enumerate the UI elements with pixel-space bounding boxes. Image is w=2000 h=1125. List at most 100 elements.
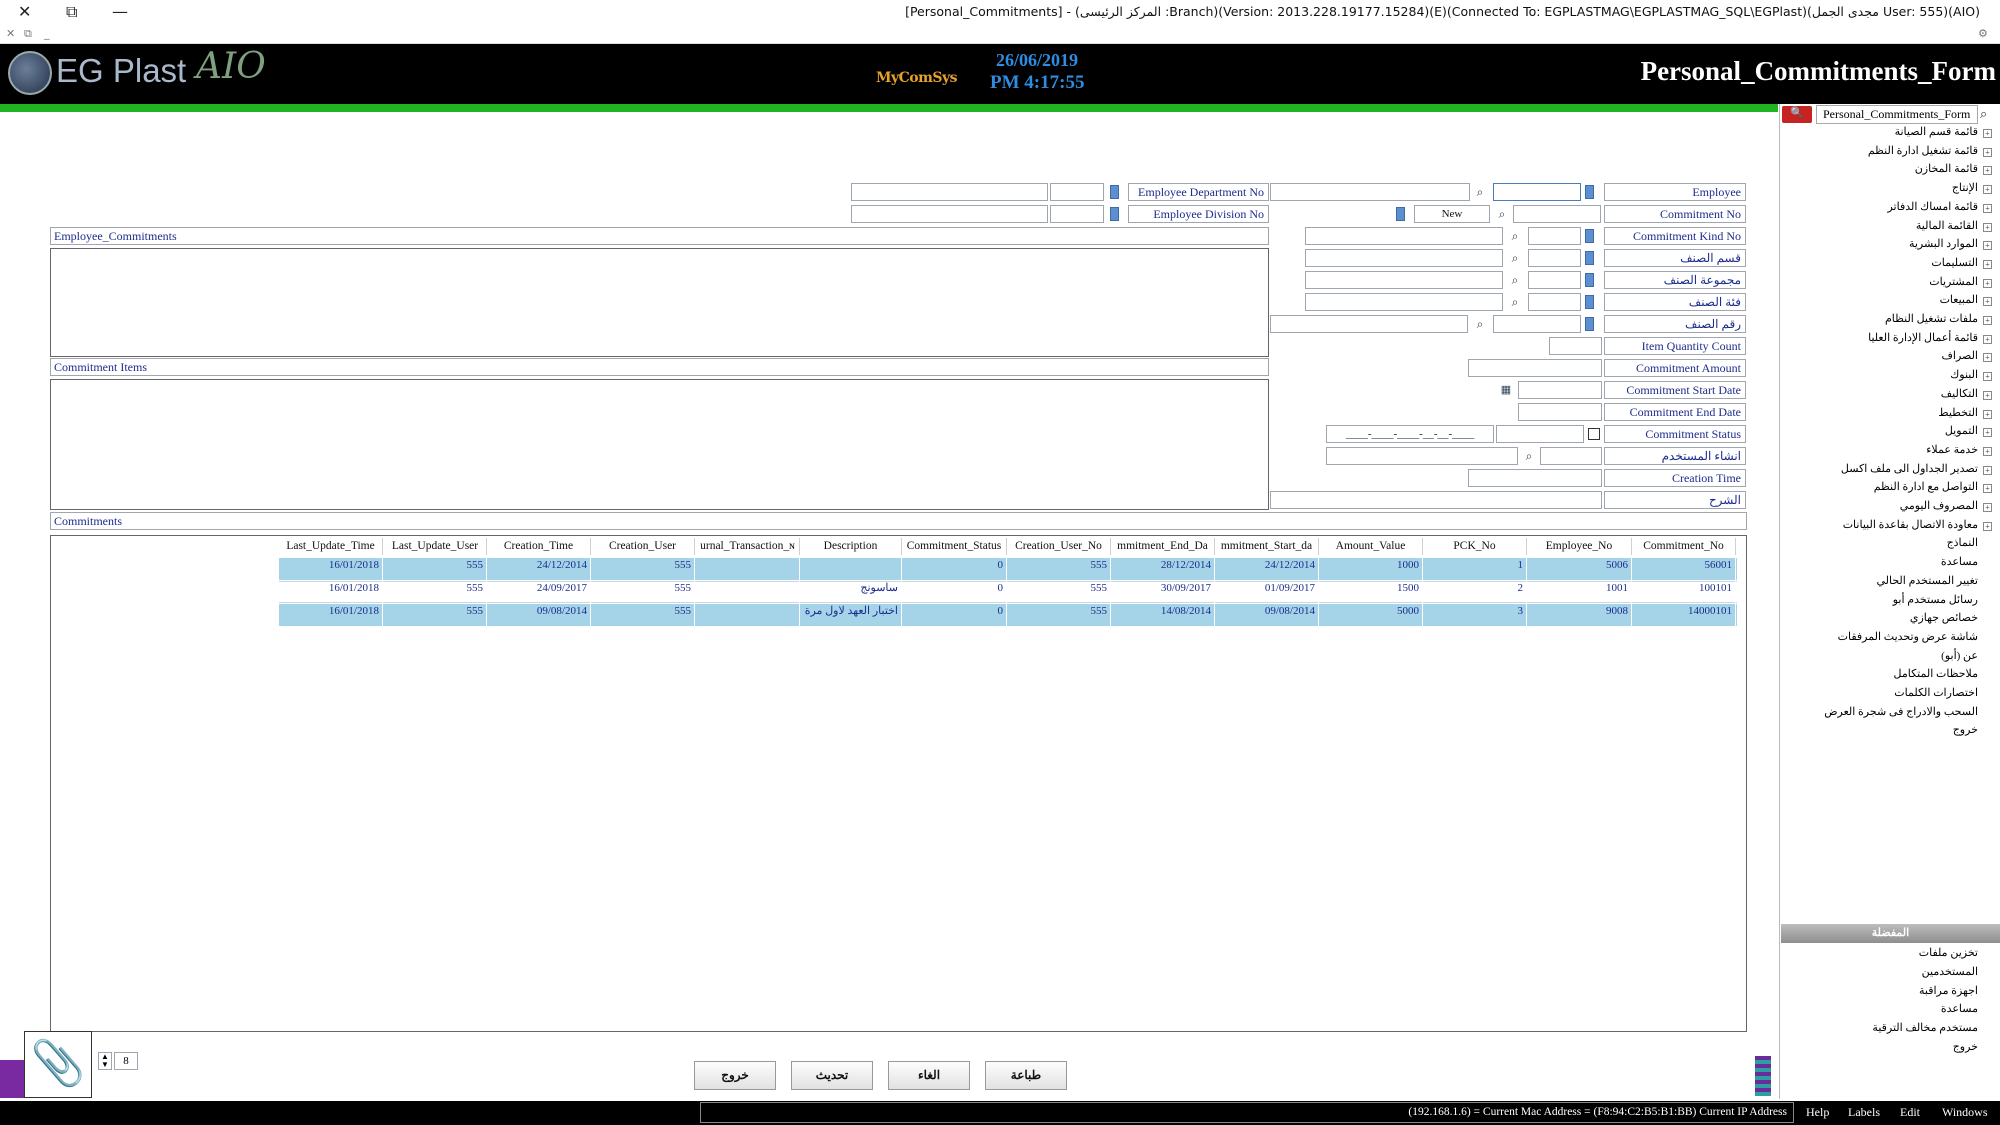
item-no-field[interactable] [1493, 315, 1581, 333]
tree-item[interactable]: قائمة تشغيل ادارة النظم [1868, 144, 1978, 157]
expand-icon[interactable]: + [1983, 147, 1992, 157]
expand-icon[interactable]: + [1983, 278, 1992, 288]
print-button[interactable]: طباعة [985, 1061, 1067, 1090]
favorite-item[interactable]: مساعدة [1941, 1002, 1978, 1015]
column-header[interactable]: Last_Update_Time [279, 538, 383, 555]
creation-time-field[interactable] [1468, 469, 1602, 487]
item-group-lookup-icon[interactable] [1585, 273, 1594, 287]
commitment-items-grid[interactable] [50, 379, 1269, 510]
expand-icon[interactable]: + [1983, 353, 1992, 363]
division-no-field[interactable] [1050, 205, 1104, 223]
item-no-search-icon[interactable]: ⌕ [1471, 315, 1489, 333]
tree-item[interactable]: قائمة المخازن [1915, 162, 1978, 175]
expand-icon[interactable]: + [1983, 203, 1992, 213]
expand-icon[interactable]: + [1983, 446, 1992, 456]
employee-field[interactable] [1493, 183, 1581, 201]
item-group-name-field[interactable] [1305, 271, 1503, 289]
restore-icon[interactable]: ⧉ [66, 2, 77, 22]
close-icon[interactable]: ✕ [18, 2, 31, 21]
column-header[interactable]: Creation_User_No [1007, 538, 1111, 555]
tree-item[interactable]: البنوك [1950, 368, 1978, 381]
column-header[interactable]: Creation_Time [487, 538, 591, 555]
cancel-button[interactable]: الغاء [888, 1061, 970, 1090]
expand-icon[interactable]: + [1983, 521, 1992, 531]
column-header[interactable]: PCK_No [1423, 538, 1527, 555]
item-dept-search-icon[interactable]: ⌕ [1506, 249, 1524, 267]
item-class-field[interactable] [1528, 293, 1581, 311]
commitment-no-field[interactable] [1513, 205, 1601, 223]
pager-spinner-icon[interactable]: ▲ ▼ [98, 1052, 112, 1070]
item-no-lookup-icon[interactable] [1585, 317, 1594, 331]
status-date-mask[interactable]: ____-____-____-__-__-____ [1326, 425, 1494, 443]
tree-item[interactable]: التكاليف [1941, 387, 1978, 400]
tree-item[interactable]: معاودة الاتصال بقاعدة البيانات [1843, 518, 1978, 531]
expand-icon[interactable]: + [1983, 503, 1992, 512]
tree-item[interactable]: المشتريات [1929, 275, 1978, 288]
employee-lookup-icon[interactable] [1585, 185, 1594, 199]
item-dept-lookup-icon[interactable] [1585, 251, 1594, 265]
menu-search-input[interactable]: Personal_Commitments_Form [1816, 105, 1978, 124]
expand-icon[interactable]: + [1983, 484, 1992, 494]
employee-search-icon[interactable]: ⌕ [1471, 183, 1489, 201]
menu-help[interactable]: Help [1806, 1105, 1829, 1120]
item-class-name-field[interactable] [1305, 293, 1503, 311]
tree-item[interactable]: قائمة أعمال الإدارة العليا [1868, 331, 1978, 344]
side-tab[interactable] [0, 1060, 24, 1098]
department-name-field[interactable] [851, 183, 1048, 201]
tree-item[interactable]: خدمة عملاء [1926, 443, 1978, 456]
created-by-search-icon[interactable]: ⌕ [1520, 447, 1538, 465]
column-header[interactable]: Description [800, 538, 902, 555]
search-button[interactable]: 🔍 [1782, 106, 1812, 123]
employee-commitments-grid[interactable] [50, 248, 1269, 357]
tree-item[interactable]: القائمة المالية [1916, 219, 1978, 232]
column-header[interactable]: Last_Update_User [384, 538, 487, 555]
expand-icon[interactable]: + [1983, 259, 1992, 269]
created-by-field[interactable] [1540, 447, 1602, 465]
commitment-kind-field[interactable] [1528, 227, 1581, 245]
column-header[interactable]: mmitment_Start_da [1215, 538, 1319, 555]
tree-item[interactable]: المبيعات [1940, 293, 1978, 306]
division-lookup-icon[interactable] [1110, 207, 1119, 221]
tree-item[interactable]: الإنتاج [1952, 181, 1978, 194]
menu-edit[interactable]: Edit [1900, 1105, 1920, 1120]
created-by-name-field[interactable] [1326, 447, 1518, 465]
tree-item[interactable]: التواصل مع ادارة النظم [1874, 480, 1978, 493]
column-header[interactable]: Creation_User [591, 538, 695, 555]
favorite-item[interactable]: تخزين ملفات [1919, 946, 1978, 959]
item-quantity-field[interactable] [1549, 337, 1602, 355]
item-class-search-icon[interactable]: ⌕ [1506, 293, 1524, 311]
expand-icon[interactable]: + [1983, 334, 1992, 344]
expand-icon[interactable]: + [1983, 428, 1992, 438]
division-name-field[interactable] [851, 205, 1048, 223]
column-header[interactable]: mmitment_End_Da [1111, 538, 1215, 555]
status-checkbox[interactable] [1588, 428, 1600, 440]
mdi-settings-icon[interactable]: ⚙ [1978, 27, 1988, 40]
pager-field[interactable]: 8 [114, 1052, 138, 1070]
expand-icon[interactable]: + [1983, 185, 1992, 195]
menu-labels[interactable]: Labels [1848, 1105, 1880, 1120]
mdi-restore-icon[interactable]: ⧉ [24, 27, 32, 41]
expand-icon[interactable]: + [1983, 297, 1992, 307]
search-icon[interactable]: ⌕ [1980, 106, 1987, 122]
expand-icon[interactable]: + [1983, 129, 1992, 138]
tree-item[interactable]: تغيير المستخدم الحالي [1876, 574, 1978, 587]
tree-item[interactable]: ملاحظات المتكامل [1894, 667, 1978, 680]
expand-icon[interactable]: + [1983, 465, 1992, 475]
tree-item[interactable]: مساعدة [1941, 555, 1978, 568]
calendar-icon[interactable]: ▦ [1497, 381, 1515, 399]
tree-item[interactable]: قائمة قسم الصيانة [1895, 125, 1978, 138]
tree-item[interactable]: ملفات تشغيل النظام [1885, 312, 1978, 325]
tree-item[interactable]: التخطيط [1938, 406, 1978, 419]
commitment-amount-field[interactable] [1468, 359, 1602, 377]
expand-icon[interactable]: + [1983, 372, 1992, 382]
item-dept-name-field[interactable] [1305, 249, 1503, 267]
expand-icon[interactable]: + [1983, 166, 1992, 176]
tree-item[interactable]: النماذج [1947, 536, 1978, 549]
status-field[interactable] [1496, 425, 1584, 443]
tree-item[interactable]: السحب والادراج فى شجرة العرض [1824, 705, 1978, 718]
item-class-lookup-icon[interactable] [1585, 295, 1594, 309]
attachment-icon[interactable]: 📎 [24, 1031, 92, 1098]
start-date-field[interactable] [1518, 381, 1602, 399]
kind-lookup-icon[interactable] [1585, 229, 1594, 243]
end-date-field[interactable] [1518, 403, 1602, 421]
